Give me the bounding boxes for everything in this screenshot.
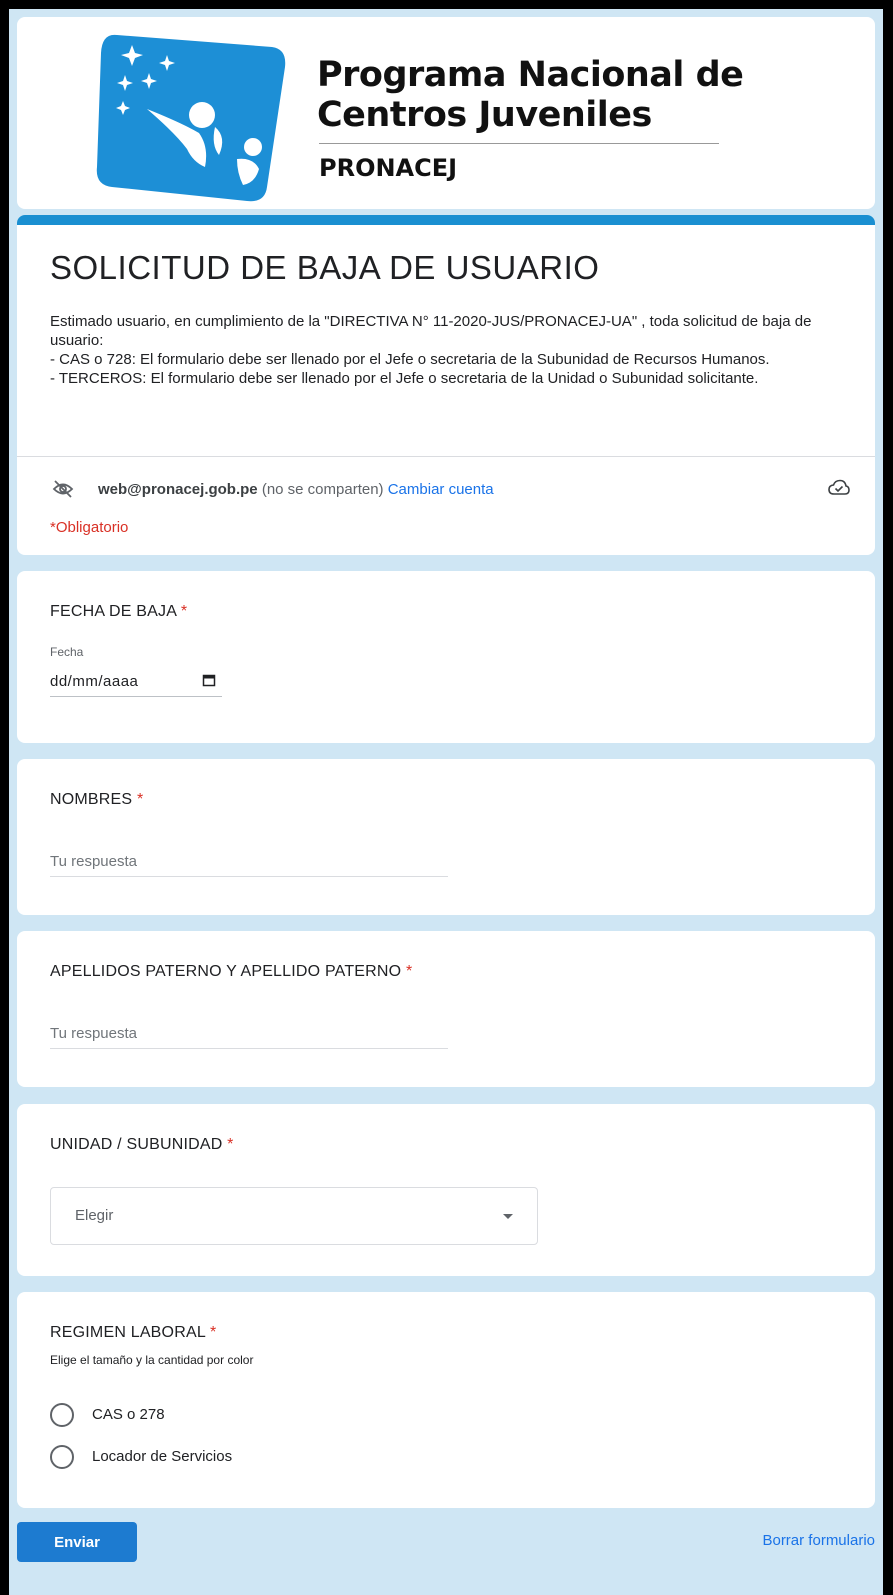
- required-asterisk: *: [227, 1136, 234, 1153]
- calendar-icon[interactable]: [202, 673, 216, 691]
- form-page: Programa Nacional de Centros Juveniles P…: [9, 9, 883, 1595]
- divider: [17, 456, 875, 457]
- radio-label: Locador de Servicios: [92, 1448, 233, 1465]
- date-sublabel: Fecha: [50, 645, 84, 659]
- required-asterisk: *: [136, 791, 144, 808]
- question-title: NOMBRES *: [50, 791, 143, 809]
- clear-form-link[interactable]: Borrar formulario: [762, 1532, 875, 1549]
- dropdown-arrow-icon: [503, 1214, 513, 1219]
- question-apellidos-card: APELLIDOS PATERNO Y APELLIDO PATERNO * T…: [17, 931, 875, 1087]
- question-title: FECHA DE BAJA *: [50, 603, 187, 621]
- date-input-value: dd/mm/aaaa: [50, 673, 139, 690]
- account-row: web@pronacej.gob.pe (no se comparten) Ca…: [50, 477, 850, 501]
- question-regimen-card: REGIMEN LABORAL * Elige el tamaño y la c…: [17, 1292, 875, 1508]
- account-text: web@pronacej.gob.pe (no se comparten) Ca…: [98, 481, 494, 498]
- question-title: REGIMEN LABORAL *: [50, 1324, 216, 1342]
- question-apellidos-title: APELLIDOS PATERNO Y APELLIDO PATERNO: [50, 963, 406, 980]
- nombres-input[interactable]: Tu respuesta: [50, 851, 448, 877]
- radio-circle-icon[interactable]: [50, 1403, 74, 1427]
- form-title: SOLICITUD DE BAJA DE USUARIO: [50, 249, 600, 286]
- question-regimen-title: REGIMEN LABORAL: [50, 1324, 210, 1341]
- select-value: Elegir: [75, 1207, 114, 1224]
- required-note: *Obligatorio: [50, 519, 129, 536]
- apellidos-input[interactable]: Tu respuesta: [50, 1023, 448, 1049]
- submit-button[interactable]: Enviar: [17, 1522, 137, 1562]
- apellidos-placeholder: Tu respuesta: [50, 1025, 137, 1042]
- question-title: UNIDAD / SUBUNIDAD *: [50, 1136, 234, 1154]
- question-nombres-title: NOMBRES: [50, 791, 137, 808]
- question-unidad-card: UNIDAD / SUBUNIDAD * Elegir: [17, 1104, 875, 1276]
- cloud-saved-icon: [828, 479, 850, 501]
- question-unidad-title: UNIDAD / SUBUNIDAD: [50, 1136, 228, 1153]
- brand-title: Programa Nacional de Centros Juveniles: [317, 55, 744, 135]
- form-description: Estimado usuario, en cumplimiento de la …: [50, 313, 812, 387]
- account-note: (no se comparten): [257, 481, 388, 498]
- eye-off-icon: [52, 479, 74, 503]
- required-asterisk: *: [209, 1324, 217, 1341]
- question-fecha-card: FECHA DE BAJA * Fecha dd/mm/aaaa: [17, 571, 875, 743]
- question-help-text: Elige el tamaño y la cantidad por color: [50, 1353, 254, 1367]
- accent-bar: [17, 215, 875, 225]
- radio-label: CAS o 278: [92, 1406, 165, 1423]
- header-banner: Programa Nacional de Centros Juveniles P…: [17, 17, 875, 209]
- brand-title-line2: Centros Juveniles: [317, 95, 652, 135]
- date-input[interactable]: dd/mm/aaaa: [50, 669, 222, 697]
- brand-subtitle: PRONACEJ: [319, 154, 458, 182]
- form-title-card: SOLICITUD DE BAJA DE USUARIO Estimado us…: [17, 215, 875, 555]
- brand-title-line1: Programa Nacional de: [317, 55, 744, 95]
- question-fecha-title: FECHA DE BAJA: [50, 603, 181, 620]
- nombres-placeholder: Tu respuesta: [50, 853, 137, 870]
- question-title: APELLIDOS PATERNO Y APELLIDO PATERNO *: [50, 963, 412, 981]
- switch-account-link[interactable]: Cambiar cuenta: [388, 481, 494, 498]
- required-asterisk: *: [405, 963, 413, 980]
- brand-divider: [319, 143, 719, 144]
- required-asterisk: *: [180, 603, 188, 620]
- pronacej-logo: [87, 27, 302, 207]
- question-nombres-card: NOMBRES * Tu respuesta: [17, 759, 875, 915]
- radio-circle-icon[interactable]: [50, 1445, 74, 1469]
- unidad-select[interactable]: Elegir: [50, 1187, 538, 1245]
- account-email: web@pronacej.gob.pe: [98, 481, 258, 498]
